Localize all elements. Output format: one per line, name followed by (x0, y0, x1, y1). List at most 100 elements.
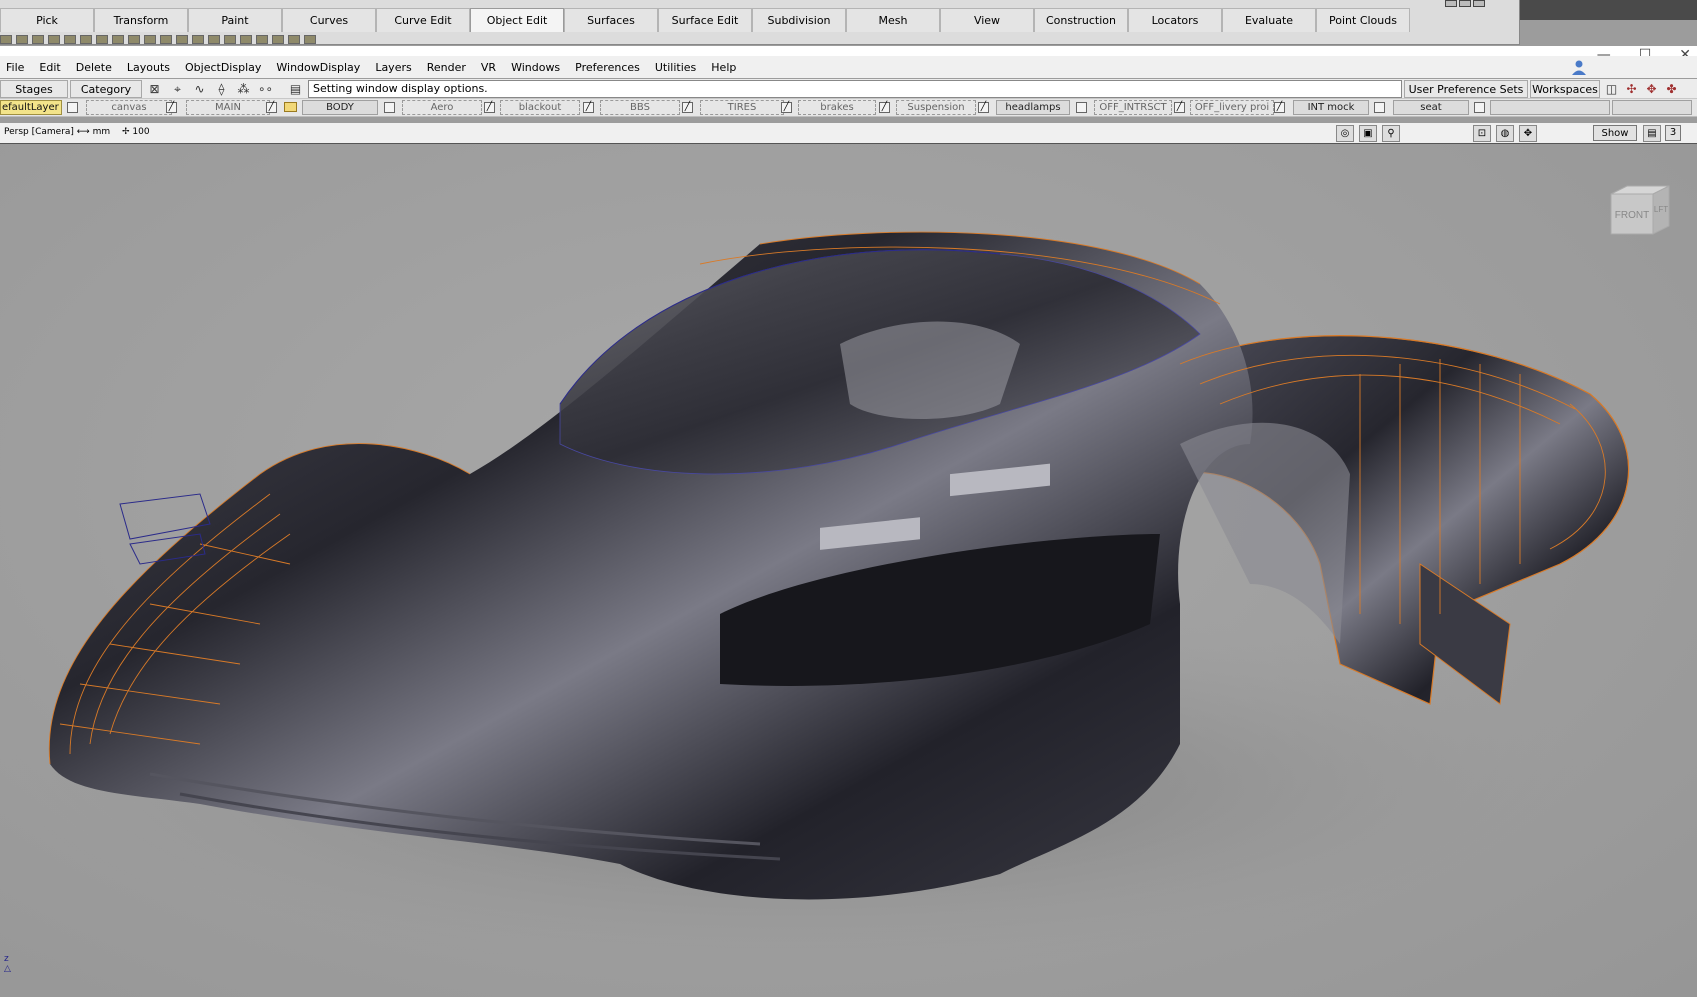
layer-visibility-checkbox[interactable] (1076, 102, 1087, 113)
tumble-icon[interactable]: ◍ (1496, 125, 1514, 142)
shelf-tool-icon[interactable] (32, 35, 44, 44)
snap-point-icon[interactable]: ✤ (1664, 82, 1679, 96)
shelf-tool-icon[interactable] (240, 35, 252, 44)
shelf-tool-icon[interactable] (160, 35, 172, 44)
category-button[interactable]: Category (70, 80, 142, 98)
shelf-tool-icon[interactable] (128, 35, 140, 44)
palette-tab-mesh[interactable]: Mesh (846, 8, 940, 32)
window-layout-icon[interactable]: ▤ (1643, 125, 1661, 142)
shelf-tool-icon[interactable] (64, 35, 76, 44)
menu-preferences[interactable]: Preferences (575, 61, 640, 74)
workspace-layout-icon[interactable]: ◫ (1604, 82, 1619, 96)
palette-tab-transform[interactable]: Transform (94, 8, 188, 32)
shelf-tool-icon[interactable] (48, 35, 60, 44)
menu-file[interactable]: File (6, 61, 24, 74)
menu-vr[interactable]: VR (481, 61, 496, 74)
palette-tab-curves[interactable]: Curves (282, 8, 376, 32)
snap-curve-icon[interactable]: ✥ (1644, 82, 1659, 96)
layer-visibility-checkbox[interactable] (67, 102, 78, 113)
menu-edit[interactable]: Edit (39, 61, 60, 74)
track-icon[interactable]: ✥ (1519, 125, 1537, 142)
layer-suspension[interactable]: Suspension (896, 100, 976, 115)
surface-mode-icon[interactable]: ⟠ (214, 82, 229, 96)
layer-visibility-checkbox[interactable]: ╱ (1174, 102, 1185, 113)
layer-visibility-checkbox[interactable]: ╱ (266, 102, 277, 113)
layer-visibility-checkbox[interactable]: ╱ (682, 102, 693, 113)
grid-spacing[interactable]: ✢ 100 (122, 127, 150, 137)
palette-tab-locators[interactable]: Locators (1128, 8, 1222, 32)
layer-seat[interactable]: seat (1393, 100, 1469, 115)
curve-mode-icon[interactable]: ∿ (192, 82, 207, 96)
layer-default[interactable]: efaultLayer (0, 100, 62, 115)
workspaces-button[interactable]: Workspaces (1530, 80, 1600, 98)
menu-utilities[interactable]: Utilities (655, 61, 696, 74)
layer-blackout[interactable]: blackout (500, 100, 580, 115)
menu-delete[interactable]: Delete (76, 61, 112, 74)
layer-off-intersect[interactable]: OFF_INTRSCT (1094, 100, 1172, 115)
shelf-tool-icon[interactable] (224, 35, 236, 44)
layer-off-livery[interactable]: OFF_livery proi (1190, 100, 1274, 115)
menu-help[interactable]: Help (711, 61, 736, 74)
user-preference-sets-button[interactable]: User Preference Sets (1404, 80, 1528, 98)
zoom-icon[interactable]: ⚲ (1382, 125, 1400, 142)
shelf-tool-icon[interactable] (272, 35, 284, 44)
pick-mode-icon[interactable]: ⌖ (170, 82, 185, 96)
layer-tires[interactable]: TIRES (700, 100, 784, 115)
palette-tab-curve-edit[interactable]: Curve Edit (376, 8, 470, 32)
menu-layouts[interactable]: Layouts (127, 61, 170, 74)
layer-body[interactable]: BODY (302, 100, 378, 115)
menu-objectdisplay[interactable]: ObjectDisplay (185, 61, 261, 74)
layer-folder-icon[interactable] (284, 102, 297, 112)
palette-tab-object-edit[interactable]: Object Edit (470, 8, 564, 32)
layer-brakes[interactable]: brakes (798, 100, 876, 115)
shelf-tool-icon[interactable] (176, 35, 188, 44)
shelf-tool-icon[interactable] (112, 35, 124, 44)
stages-button[interactable]: Stages (0, 80, 68, 98)
layer-int-mock[interactable]: INT mock (1293, 100, 1369, 115)
layer-visibility-checkbox[interactable]: ╱ (484, 102, 495, 113)
layer-bbs[interactable]: BBS (600, 100, 680, 115)
show-button[interactable]: Show (1593, 125, 1637, 141)
layer-visibility-checkbox[interactable]: ╱ (1274, 102, 1285, 113)
shelf-tool-icon[interactable] (16, 35, 28, 44)
palette-tab-pick[interactable]: Pick (0, 8, 94, 32)
point-mode-icon[interactable]: ⁂ (236, 82, 251, 96)
layer-visibility-checkbox[interactable]: ╱ (166, 102, 177, 113)
palette-tab-view[interactable]: View (940, 8, 1034, 32)
palette-tab-evaluate[interactable]: Evaluate (1222, 8, 1316, 32)
layer-empty[interactable] (1612, 100, 1692, 115)
palette-tab-subdivision[interactable]: Subdivision (752, 8, 846, 32)
perspective-viewport[interactable]: FRONT LFT z △ (0, 144, 1697, 997)
layer-visibility-checkbox[interactable] (1474, 102, 1485, 113)
palette-close-icon[interactable] (1473, 0, 1485, 7)
camera-view-icon[interactable]: ◎ (1336, 125, 1354, 142)
menu-render[interactable]: Render (427, 61, 466, 74)
layer-visibility-checkbox[interactable]: ╱ (583, 102, 594, 113)
menu-windows[interactable]: Windows (511, 61, 560, 74)
layer-main[interactable]: MAIN (186, 100, 270, 115)
user-account-icon[interactable] (1571, 59, 1587, 75)
shelf-tool-icon[interactable] (80, 35, 92, 44)
frame-all-icon[interactable]: ⊡ (1473, 125, 1491, 142)
checkbox-toggle-icon[interactable]: ⊠ (147, 82, 162, 96)
viewcube-icon[interactable]: FRONT LFT (1607, 184, 1675, 240)
layer-visibility-checkbox[interactable] (384, 102, 395, 113)
palette-tab-paint[interactable]: Paint (188, 8, 282, 32)
layer-visibility-checkbox[interactable]: ╱ (781, 102, 792, 113)
window-number[interactable]: 3 (1665, 125, 1681, 141)
menu-windowdisplay[interactable]: WindowDisplay (276, 61, 360, 74)
layer-visibility-checkbox[interactable] (1374, 102, 1385, 113)
layer-canvas[interactable]: canvas (86, 100, 172, 115)
palette-tab-point-clouds[interactable]: Point Clouds (1316, 8, 1410, 32)
shelf-tool-icon[interactable] (96, 35, 108, 44)
shelf-tool-icon[interactable] (192, 35, 204, 44)
shelf-tool-icon[interactable] (288, 35, 300, 44)
message-log-icon[interactable]: ▤ (288, 82, 303, 96)
shelf-tool-icon[interactable] (304, 35, 316, 44)
shelf-tool-icon[interactable] (0, 35, 12, 44)
layer-aero[interactable]: Aero (402, 100, 482, 115)
snap-grid-icon[interactable]: ✣ (1624, 82, 1639, 96)
dots-mode-icon[interactable]: ∘∘ (258, 82, 273, 96)
palette-minimize-icon[interactable] (1445, 0, 1457, 7)
palette-tab-surfaces[interactable]: Surfaces (564, 8, 658, 32)
